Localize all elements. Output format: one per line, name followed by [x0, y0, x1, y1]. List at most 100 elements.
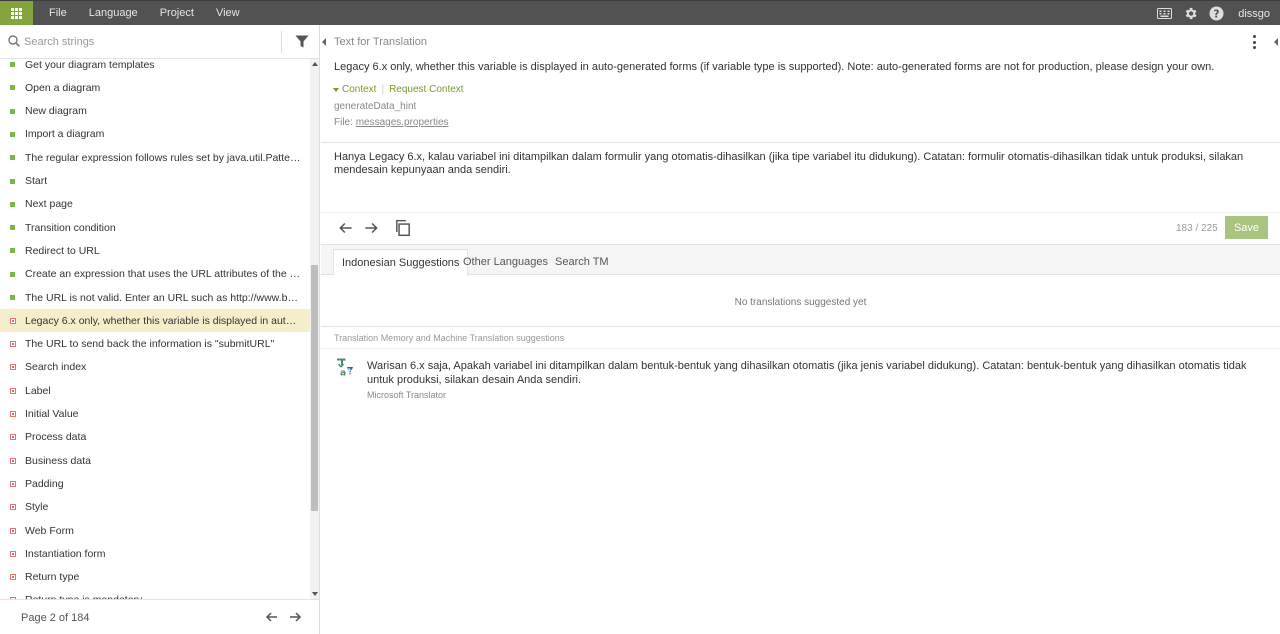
untranslated-status-icon	[10, 457, 16, 464]
list-item[interactable]: Padding	[0, 472, 310, 495]
translated-status-icon	[10, 248, 15, 254]
translated-status-icon	[10, 295, 15, 300]
list-item[interactable]: The regular expression follows rules set…	[0, 146, 310, 169]
scroll-up-arrow-icon[interactable]	[312, 62, 318, 66]
collapse-sidebar-icon[interactable]	[322, 38, 326, 46]
machine-translation-suggestion[interactable]: Warisan 6.x saja, Apakah variabel ini di…	[367, 359, 1267, 387]
next-string-icon[interactable]	[362, 219, 380, 237]
menu-file[interactable]: File	[38, 1, 78, 26]
list-item[interactable]: Return type	[0, 566, 310, 589]
list-item[interactable]: The URL to send back the information is …	[0, 333, 310, 356]
list-item[interactable]: Initial Value	[0, 403, 310, 426]
context-row: Context | Request Context	[333, 84, 464, 95]
translated-status-icon	[10, 155, 15, 161]
svg-text:a: a	[340, 369, 346, 378]
divider	[281, 31, 282, 53]
list-item-label: Create an expression that uses the URL a…	[25, 268, 302, 281]
help-icon[interactable]: ?	[1208, 6, 1224, 22]
list-item-label: New diagram	[25, 105, 87, 118]
list-item[interactable]: Open a diagram	[0, 76, 310, 99]
list-item-label: The regular expression follows rules set…	[25, 151, 302, 164]
list-item[interactable]: Style	[0, 496, 310, 519]
untranslated-status-icon	[10, 574, 16, 581]
scroll-thumb[interactable]	[311, 265, 318, 511]
list-item-label: Return type	[25, 571, 80, 584]
keyboard-icon[interactable]	[1156, 6, 1172, 22]
translated-status-icon	[10, 108, 15, 114]
save-button[interactable]: Save	[1225, 216, 1268, 239]
request-context-link[interactable]: Request Context	[389, 84, 464, 95]
page-label: Page 2 of 184	[21, 612, 90, 624]
list-item[interactable]: New diagram	[0, 100, 310, 123]
scroll-down-arrow-icon[interactable]	[312, 592, 318, 596]
list-item-label: Get your diagram templates	[25, 59, 155, 71]
tab-indonesian-suggestions[interactable]: Indonesian Suggestions	[333, 249, 469, 276]
pager: Page 2 of 184	[0, 599, 320, 634]
untranslated-status-icon	[10, 480, 16, 487]
string-key: generateData_hint	[334, 101, 417, 112]
machine-translation-icon: a b	[335, 357, 355, 379]
list-item[interactable]: Instantiation form	[0, 542, 310, 565]
list-item[interactable]: Import a diagram	[0, 123, 310, 146]
untranslated-status-icon	[10, 434, 16, 441]
list-item-label: Process data	[25, 431, 87, 444]
list-item[interactable]: Start	[0, 170, 310, 193]
list-item[interactable]: Redirect to URL	[0, 239, 310, 262]
list-item[interactable]: Next page	[0, 193, 310, 216]
apps-grid-icon[interactable]	[0, 1, 33, 26]
list-item[interactable]: Create an expression that uses the URL a…	[0, 263, 310, 286]
list-item-label: Import a diagram	[25, 128, 105, 141]
context-toggle[interactable]: Context	[342, 84, 376, 95]
empty-suggestions-message: No translations suggested yet	[734, 297, 867, 308]
previous-string-icon[interactable]	[337, 219, 355, 237]
collapse-right-panel-icon[interactable]	[1274, 38, 1278, 46]
tab-other-languages[interactable]: Other Languages	[455, 249, 556, 276]
untranslated-status-icon	[10, 550, 16, 557]
untranslated-status-icon	[10, 411, 16, 417]
previous-page-icon[interactable]	[264, 609, 280, 625]
top-bar: File Language Project View ? dissgo	[0, 0, 1280, 26]
list-item-label: Business data	[25, 454, 91, 467]
svg-text:?: ?	[1213, 8, 1219, 20]
menu-language[interactable]: Language	[78, 1, 149, 26]
suggestion-source: Microsoft Translator	[367, 390, 447, 400]
list-item[interactable]: Process data	[0, 426, 310, 449]
copy-source-icon[interactable]	[394, 219, 412, 237]
svg-text:b: b	[348, 368, 353, 375]
section-title: Text for Translation	[334, 36, 427, 48]
file-link[interactable]: messages.properties	[356, 117, 449, 128]
list-item[interactable]: The URL is not valid. Enter an URL such …	[0, 286, 310, 309]
untranslated-status-icon	[10, 504, 16, 511]
list-item-label: Label	[25, 384, 51, 397]
divider	[321, 212, 1280, 213]
list-item[interactable]: Business data	[0, 449, 310, 472]
list-item[interactable]: Transition condition	[0, 216, 310, 239]
tm-section-label: Translation Memory and Machine Translati…	[334, 333, 565, 343]
list-item[interactable]: Return type is mandatory	[0, 589, 310, 599]
sidebar-scrollbar[interactable]	[310, 59, 319, 599]
gear-icon[interactable]	[1182, 6, 1198, 22]
more-options-icon[interactable]	[1251, 35, 1257, 49]
list-item[interactable]: Search index	[0, 356, 310, 379]
list-item-label: Legacy 6.x only, whether this variable i…	[25, 314, 302, 327]
top-right-tools: ? dissgo	[1156, 1, 1270, 26]
divider	[321, 326, 1280, 327]
menu-view[interactable]: View	[205, 1, 251, 26]
list-item[interactable]: Legacy 6.x only, whether this variable i…	[0, 309, 310, 333]
user-name[interactable]: dissgo	[1238, 8, 1270, 20]
filter-icon[interactable]	[295, 35, 309, 51]
tab-search-tm[interactable]: Search TM	[547, 249, 617, 276]
menu-project[interactable]: Project	[149, 1, 205, 26]
search-row	[0, 25, 320, 59]
source-text: Legacy 6.x only, whether this variable i…	[334, 61, 1215, 73]
translation-input[interactable]	[334, 151, 1269, 211]
list-item[interactable]: Get your diagram templates	[0, 59, 310, 76]
list-item-label: Initial Value	[25, 408, 79, 420]
search-input[interactable]	[24, 32, 274, 52]
next-page-icon[interactable]	[287, 609, 303, 625]
list-item[interactable]: Label	[0, 379, 310, 402]
list-item[interactable]: Web Form	[0, 519, 310, 542]
list-item-label: Next page	[25, 198, 73, 211]
untranslated-status-icon	[10, 387, 16, 394]
main-menu: File Language Project View	[38, 1, 251, 26]
